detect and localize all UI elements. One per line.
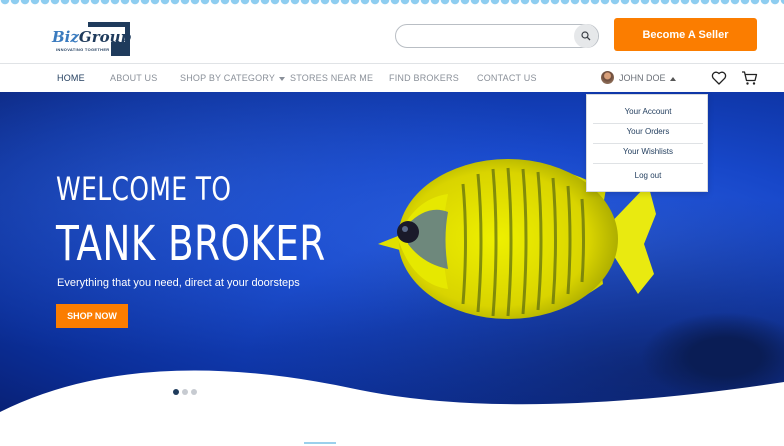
menu-item-your-orders[interactable]: Your Orders <box>593 123 703 141</box>
nav-item-find-brokers[interactable]: FIND BROKERS <box>389 73 459 83</box>
search-button[interactable] <box>574 24 598 48</box>
hero-welcome-text: WELCOME TO <box>56 170 232 208</box>
logo-name: BizGroup <box>52 28 132 46</box>
nav-item-label: SHOP BY CATEGORY <box>180 73 276 83</box>
search-input[interactable] <box>406 28 566 44</box>
user-name: JOHN DOE <box>619 73 666 83</box>
user-dropdown-menu: Your Account Your Orders Your Wishlists … <box>586 94 708 192</box>
hero-subtitle: Everything that you need, direct at your… <box>57 277 300 289</box>
carousel-dots <box>173 389 197 395</box>
header: BizGroup INNOVATING TOGETHER Become A Se… <box>0 8 784 63</box>
nav-item-contact-us[interactable]: CONTACT US <box>477 73 537 83</box>
menu-item-your-account[interactable]: Your Account <box>593 103 703 121</box>
carousel-dot[interactable] <box>173 389 179 395</box>
scallop-border <box>0 0 784 8</box>
nav-item-about-us[interactable]: ABOUT US <box>110 73 157 83</box>
hero-title: TANK BROKER <box>56 216 326 272</box>
logo[interactable]: BizGroup INNOVATING TOGETHER <box>52 22 132 56</box>
chevron-down-icon <box>279 76 286 81</box>
heart-icon[interactable] <box>711 70 727 86</box>
user-menu-toggle[interactable]: JOHN DOE <box>619 73 676 83</box>
cart-icon[interactable] <box>741 70 758 86</box>
menu-item-log-out[interactable]: Log out <box>593 167 703 185</box>
logo-tagline: INNOVATING TOGETHER <box>56 47 110 52</box>
section-divider <box>304 442 336 444</box>
menu-item-your-wishlists[interactable]: Your Wishlists <box>593 143 703 161</box>
content-area <box>0 422 784 446</box>
search-box <box>395 24 599 48</box>
avatar[interactable] <box>601 71 614 84</box>
page: BizGroup INNOVATING TOGETHER Become A Se… <box>0 0 784 446</box>
hero-wave <box>0 370 784 422</box>
become-seller-button[interactable]: Become A Seller <box>614 18 757 51</box>
chevron-up-icon <box>669 76 676 81</box>
divider <box>593 163 703 164</box>
nav-item-shop-by-category[interactable]: SHOP BY CATEGORY <box>180 73 286 83</box>
shop-now-button[interactable]: SHOP NOW <box>56 304 128 328</box>
nav-item-home[interactable]: HOME <box>57 73 85 83</box>
carousel-dot[interactable] <box>191 389 197 395</box>
nav-item-stores-near-me[interactable]: STORES NEAR ME <box>290 73 373 83</box>
search-icon <box>581 31 591 41</box>
main-nav: HOME ABOUT US SHOP BY CATEGORY STORES NE… <box>0 63 784 92</box>
carousel-dot[interactable] <box>182 389 188 395</box>
